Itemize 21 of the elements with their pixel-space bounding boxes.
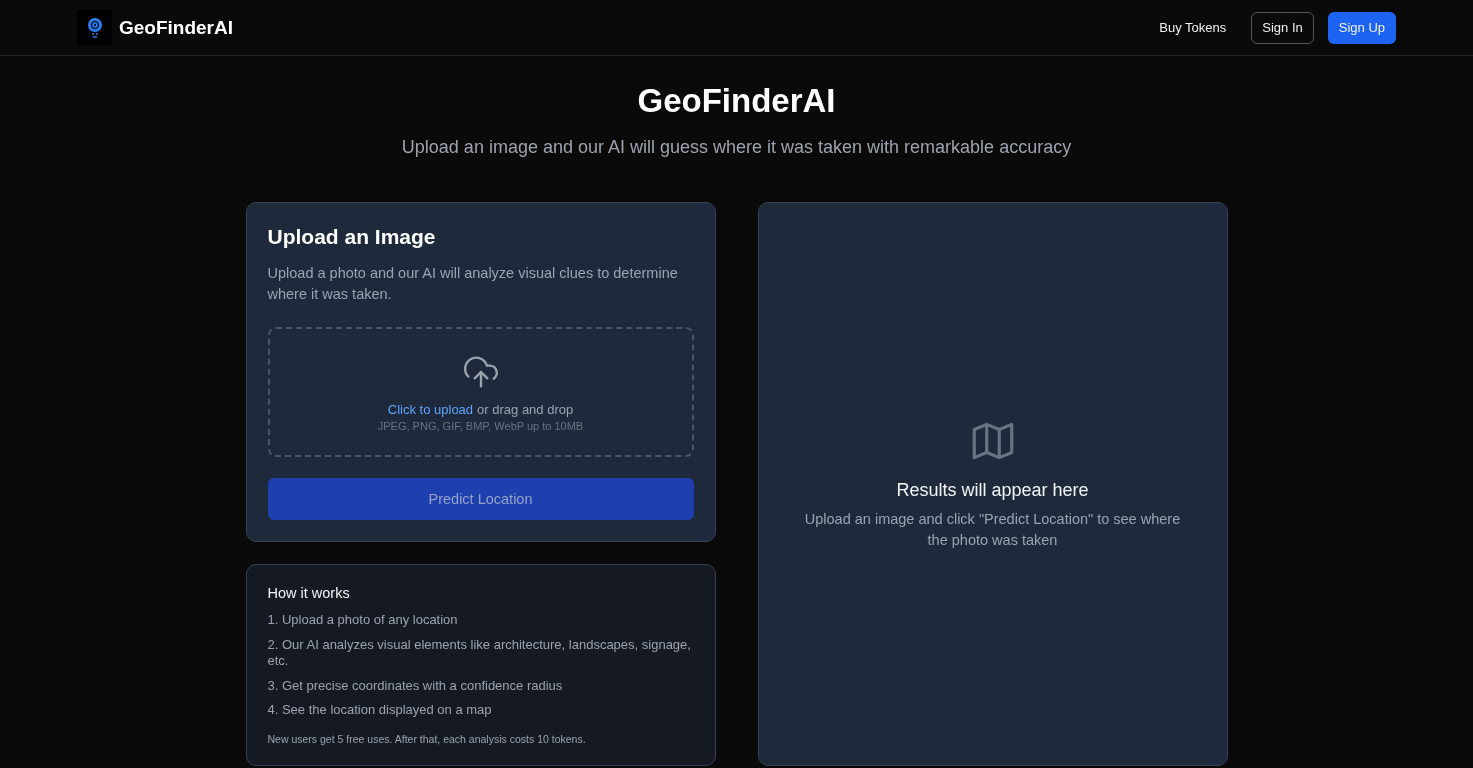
results-title: Results will appear here [896, 480, 1089, 502]
card-title: Upload an Image [267, 225, 437, 249]
section-title: How it works [267, 585, 351, 601]
upload-link[interactable]: Click to upload [387, 402, 474, 417]
file-types-hint: JPEG, PNG, GIF, BMP, WebP up to 10MB [377, 420, 584, 432]
upload-dropzone[interactable]: Click to upload or drag and drop JPEG, PNG, GIF, BMP, WebP up to 10MB [267, 327, 694, 457]
nav-button[interactable]: Sign In [1251, 11, 1314, 44]
step-text: 4. See the location displayed on a map [267, 702, 493, 719]
pricing-note: New users get 5 free uses. After that, each analysis costs 10 tokens. [267, 732, 587, 745]
step-text: 2. Our AI analyzes visual elements like architecture, landscapes, signage, etc. [267, 636, 692, 670]
page-subtitle: Upload an image and our AI will guess where it was taken with remarkable accuracy [401, 137, 1072, 158]
nav-button[interactable]: Sign Up [1327, 11, 1396, 44]
nav-link[interactable]: Buy Tokens [1148, 11, 1238, 44]
step-text: 1. Upload a photo of any location [267, 612, 459, 629]
brand-name: GeoFinderAI [119, 16, 233, 39]
results-text: Upload an image and click "Predict Location" to see where the photo was taken [803, 510, 1182, 551]
logo-icon [77, 10, 112, 45]
step-text: 3. Get precise coordinates with a confidence radius [267, 677, 564, 694]
dropzone-text: or drag and drop [477, 402, 574, 417]
card-description: Upload a photo and our AI will analyze visual clues to determine where it was taken. [267, 264, 679, 304]
page-title: GeoFinderAI [637, 82, 836, 120]
